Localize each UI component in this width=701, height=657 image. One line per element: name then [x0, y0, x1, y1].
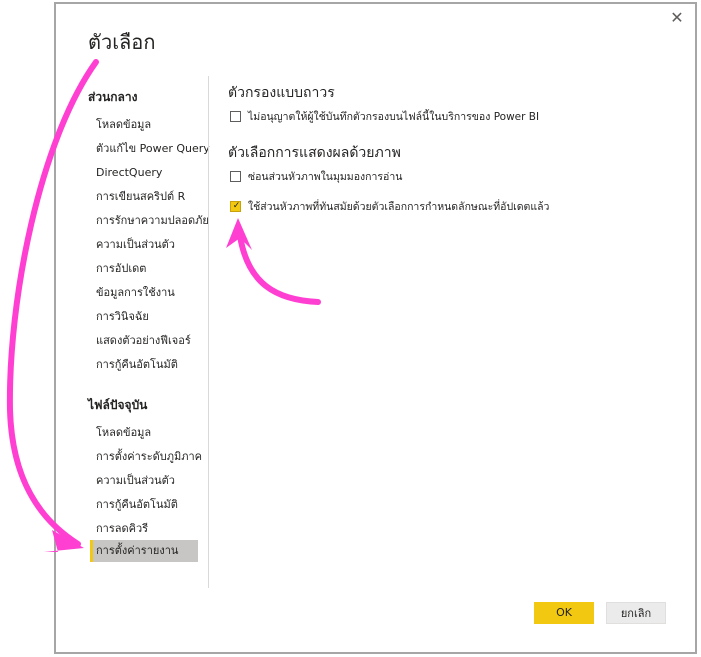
sidebar-item-preview-features[interactable]: แสดงตัวอย่างฟีเจอร์ [90, 330, 198, 352]
sidebar-item-file-data-load[interactable]: โหลดข้อมูล [90, 422, 198, 444]
cancel-button[interactable]: ยกเลิก [606, 602, 666, 624]
hide-visual-header-label: ซ่อนส่วนหัวภาพในมุมมองการอ่าน [248, 170, 403, 183]
sidebar-item-diagnostics[interactable]: การวินิจฉัย [90, 306, 198, 328]
persistent-filters-option[interactable]: ไม่อนุญาตให้ผู้ใช้บันทึกตัวกรองบนไฟล์นี้… [230, 108, 539, 124]
persistent-filters-label: ไม่อนุญาตให้ผู้ใช้บันทึกตัวกรองบนไฟล์นี้… [248, 110, 540, 123]
persistent-filters-heading: ตัวกรองแบบถาวร [228, 85, 335, 101]
sidebar-item-file-privacy[interactable]: ความเป็นส่วนตัว [90, 470, 198, 492]
sidebar-item-usage-data[interactable]: ข้อมูลการใช้งาน [90, 282, 198, 304]
sidebar-item-query-reduction[interactable]: การลดคิวรี [90, 518, 198, 540]
ok-button[interactable]: OK [534, 602, 594, 624]
sidebar-item-security[interactable]: การรักษาความปลอดภัย [90, 210, 209, 232]
sidebar-item-data-load[interactable]: โหลดข้อมูล [90, 114, 198, 136]
sidebar-item-updates[interactable]: การอัปเดต [90, 258, 198, 280]
sidebar-item-report-settings[interactable]: การตั้งค่ารายงาน [90, 540, 198, 562]
sidebar-item-privacy[interactable]: ความเป็นส่วนตัว [90, 234, 198, 256]
sidebar-item-directquery[interactable]: DirectQuery [90, 162, 198, 184]
modern-visual-header-option[interactable]: ✓ ใช้ส่วนหัวภาพที่ทันสมัยด้วยตัวเลือกการ… [230, 198, 549, 214]
modern-visual-header-label: ใช้ส่วนหัวภาพที่ทันสมัยด้วยตัวเลือกการกำ… [248, 200, 550, 213]
sidebar-item-power-query-editor[interactable]: ตัวแก้ไข Power Query [90, 138, 210, 160]
checkmark-icon: ✓ [232, 200, 241, 211]
sidebar-divider [208, 76, 209, 588]
hide-visual-header-option[interactable]: ซ่อนส่วนหัวภาพในมุมมองการอ่าน [230, 168, 402, 184]
persistent-filters-checkbox[interactable] [230, 110, 241, 122]
sidebar-item-regional-settings[interactable]: การตั้งค่าระดับภูมิภาค [90, 446, 202, 468]
hide-visual-header-checkbox[interactable] [230, 170, 241, 182]
visual-options-heading: ตัวเลือกการแสดงผลด้วยภาพ [228, 145, 401, 161]
sidebar-item-file-auto-recovery[interactable]: การกู้คืนอัตโนมัติ [90, 494, 198, 516]
global-section-heading: ส่วนกลาง [88, 90, 138, 104]
sidebar-item-r-scripting[interactable]: การเขียนสคริปต์ R [90, 186, 198, 208]
sidebar-item-auto-recovery[interactable]: การกู้คืนอัตโนมัติ [90, 354, 198, 376]
dialog-title: ตัวเลือก [88, 30, 156, 54]
modern-visual-header-checkbox[interactable]: ✓ [230, 200, 241, 212]
options-dialog: ✕ ตัวเลือก ส่วนกลาง โหลดข้อมูล ตัวแก้ไข … [54, 2, 697, 654]
close-icon[interactable]: ✕ [667, 8, 687, 28]
current-file-section-heading: ไฟล์ปัจจุบัน [88, 398, 148, 412]
